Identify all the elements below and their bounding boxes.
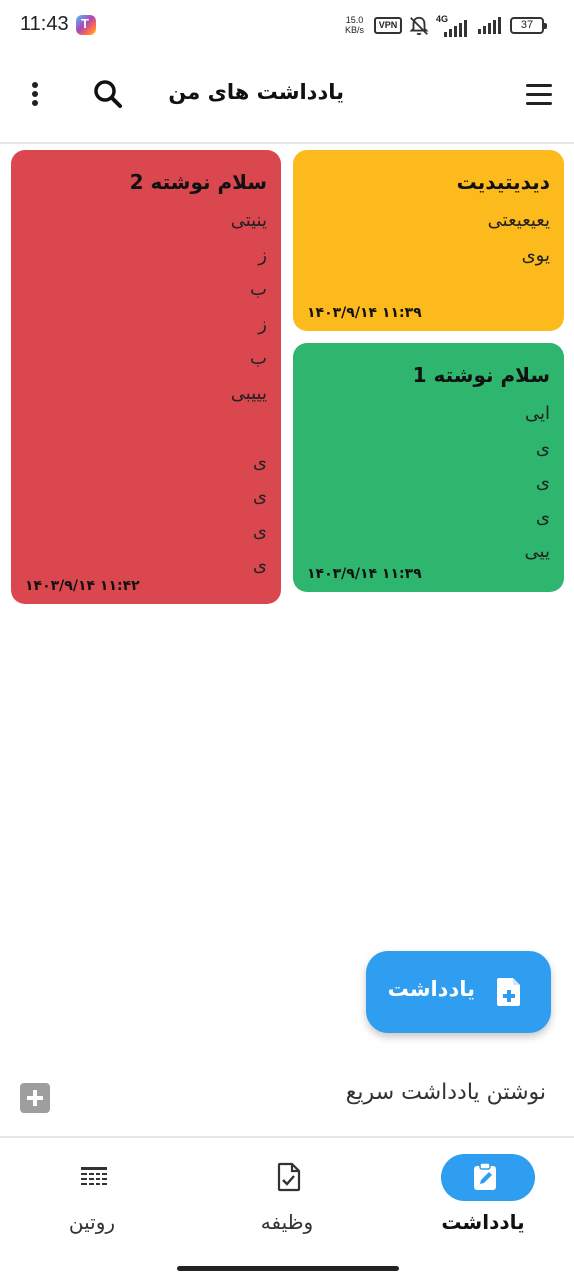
note-title: سلام نوشته 2 [129,170,267,194]
note-title: سلام نوشته 1 [412,363,550,387]
note-line: ب [250,348,267,369]
note-body: ینیتی ز ب ز ب یییبی ی ی ی ی [25,204,267,584]
nav-item-notes[interactable]: یادداشت [408,1154,558,1244]
home-indicator [177,1266,399,1271]
status-bar: 11:43 15.0 KB/s VPN 4G 37 [0,0,574,52]
task-icon [277,1162,301,1192]
more-vert-icon[interactable] [20,74,50,114]
note-card[interactable]: دیدیتیدیت یعیعیعتی یوی ۱۴۰۳/۹/۱۴ ۱۱:۳۹ [293,150,564,331]
screen: 11:43 15.0 KB/s VPN 4G 37 [0,0,574,1280]
note-line: ز [258,313,267,335]
note-add-icon [497,978,520,1006]
network-speed-unit: KB/s [345,25,365,35]
quick-note-input[interactable]: نوشتن یادداشت سریع [346,1080,546,1105]
note-line: ی [252,451,267,473]
note-date: ۱۴۰۳/۹/۱۴ ۱۱:۴۲ [25,578,140,594]
note-line: ایی [524,403,550,424]
note-line: ینیتی [230,210,267,231]
note-line: یعیعیعتی [487,210,550,231]
note-date: ۱۴۰۳/۹/۱۴ ۱۱:۳۹ [307,305,422,321]
vpn-icon: VPN [374,17,402,34]
note-line: ی [252,520,267,542]
note-line: یییبی [230,382,267,404]
quick-note-bar: نوشتن یادداشت سریع [0,1060,574,1138]
note-line [25,411,267,446]
note-line: ی [535,472,550,493]
note-card[interactable]: سلام نوشته 2 ینیتی ز ب ز ب یییبی ی ی ی ی… [11,150,281,604]
add-note-button[interactable]: یادداشت [366,951,551,1033]
bottom-navigation: یادداشت وظیفه روتین [0,1140,574,1280]
note-title: دیدیتیدیت [456,170,550,194]
nav-item-tasks[interactable]: وظیفه [212,1154,362,1244]
note-line: یوی [521,244,550,266]
nav-item-routine[interactable]: روتین [17,1154,167,1244]
nav-label: یادداشت [441,1210,525,1234]
network-speed: 15.0 KB/s [345,15,364,35]
routine-icon [81,1167,107,1185]
note-line: ب [250,279,267,300]
status-time: 11:43 [20,13,69,35]
battery-icon: 37 [510,17,547,34]
network-speed-value: 15.0 [345,15,364,25]
note-line: ی [535,506,550,528]
page-title: یادداشت های من [168,80,344,104]
note-line: ز [258,244,267,266]
edit-note-icon [474,1162,496,1190]
add-box-icon[interactable] [20,1083,50,1113]
note-body: یعیعیعتی یوی [307,204,550,273]
note-body: ایی ی ی ی ییی [307,397,550,570]
nav-label: روتین [68,1210,116,1234]
add-note-label: یادداشت [387,977,475,1001]
note-line: ی [535,437,550,459]
note-line: ییی [524,541,550,562]
bell-off-icon [409,16,429,36]
nav-label: وظیفه [260,1210,314,1234]
app-notification-icon [76,15,96,35]
note-date: ۱۴۰۳/۹/۱۴ ۱۱:۳۹ [307,566,422,582]
note-card[interactable]: سلام نوشته 1 ایی ی ی ی ییی ۱۴۰۳/۹/۱۴ ۱۱:… [293,343,564,592]
search-icon[interactable] [88,74,128,114]
app-bar: یادداشت های من [0,52,574,144]
note-line: ی [252,486,267,507]
signal-icon [478,17,501,34]
menu-icon[interactable] [519,80,559,110]
